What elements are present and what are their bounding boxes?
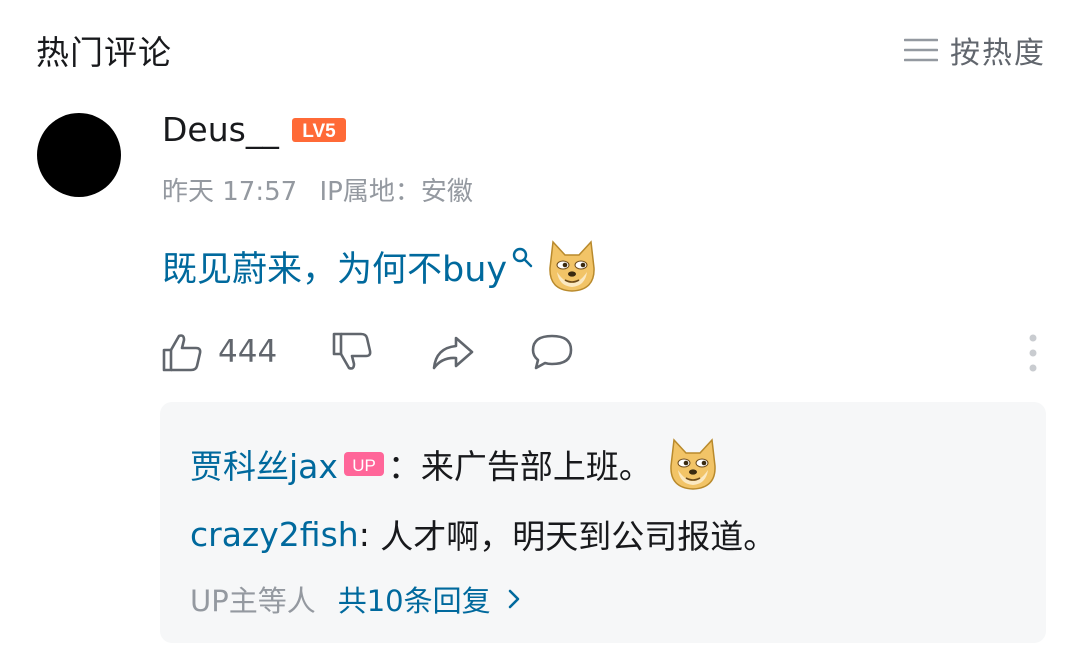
reply-participants: UP主等人 [190, 584, 316, 618]
share-button[interactable] [430, 330, 474, 374]
reply-separator: : [358, 514, 381, 554]
view-all-replies-link[interactable]: 共10条回复 [338, 578, 523, 620]
thumbs-down-icon [332, 332, 372, 370]
reply-text: 来广告部上班。 [420, 447, 652, 486]
dislike-button[interactable] [330, 330, 374, 374]
comment-time: 昨天 17:57 [162, 177, 298, 207]
sort-button[interactable]: 按热度 [904, 28, 1046, 72]
up-badge: UP [343, 452, 384, 476]
comment-username[interactable]: Deus__ [162, 110, 279, 149]
search-icon[interactable] [511, 246, 533, 268]
thumbs-up-icon [162, 334, 202, 372]
like-count: 444 [218, 334, 278, 370]
reply-username[interactable]: 贾科丝jax [190, 440, 338, 488]
avatar[interactable] [37, 113, 121, 197]
more-dots-icon[interactable] [1026, 332, 1040, 374]
reply-separator: ： [387, 447, 421, 486]
reply-button[interactable] [530, 330, 574, 374]
share-arrow-icon [432, 336, 474, 370]
doge-emoji-icon [670, 438, 716, 490]
reply-text: 人才啊，明天到公司报道。 [380, 517, 777, 556]
svg-text:LV5: LV5 [302, 121, 336, 142]
ip-location: IP属地：安徽 [319, 177, 473, 207]
comment-text[interactable]: 既见蔚来，为何不buy [162, 241, 507, 292]
reply-item: 贾科丝jax UP ： 来广告部上班。 [190, 436, 720, 492]
reply-item: crazy2fish : 人才啊，明天到公司报道。 [190, 510, 776, 558]
sort-label: 按热度 [950, 36, 1046, 71]
reply-preview-box[interactable]: 贾科丝jax UP ： 来广告部上班。 crazy2fish : 人才啊，明天到… [160, 402, 1046, 643]
doge-emoji-icon [549, 240, 595, 292]
chevron-right-icon [508, 589, 519, 609]
level-badge-lv5: LV5 [291, 117, 346, 142]
list-lines-icon [904, 38, 938, 62]
like-button[interactable]: 444 [160, 330, 277, 374]
svg-text:UP: UP [352, 456, 376, 475]
view-all-replies-label: 共10条回复 [337, 584, 491, 618]
section-title: 热门评论 [36, 33, 172, 72]
reply-username[interactable]: crazy2fish [190, 515, 359, 554]
chat-bubble-icon [531, 334, 573, 370]
